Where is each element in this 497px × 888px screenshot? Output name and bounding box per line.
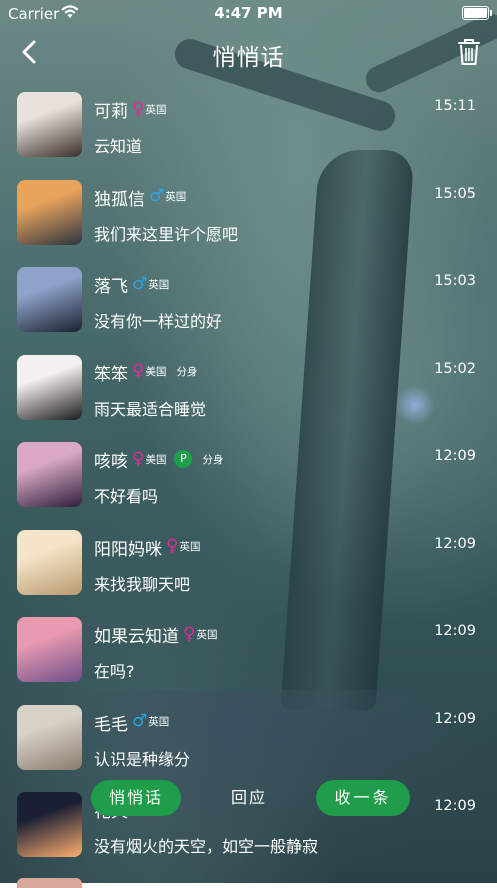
female-icon: ♀	[183, 623, 196, 644]
message-time: 15:05	[434, 185, 476, 202]
nav-bar: 悄悄话	[0, 26, 497, 82]
alias-tag: 分身	[176, 366, 198, 378]
status-time: 4:47 PM	[214, 4, 283, 22]
message-text: 在吗?	[94, 662, 135, 681]
message-row[interactable]: 笨笨 ♀ 美国 分身 15:02 雨天最适合睡觉	[0, 353, 497, 441]
page-title: 悄悄话	[212, 45, 285, 71]
message-time: 12:09	[434, 710, 476, 727]
sender-meta: ♀ 美国 分身	[132, 362, 197, 382]
country-label: 美国	[145, 366, 167, 378]
sender-name: 阳阳妈咪	[94, 539, 162, 560]
battery-icon	[462, 6, 492, 20]
message-text: 没有你一样过的好	[94, 312, 223, 331]
avatar[interactable]	[17, 92, 82, 157]
avatar	[17, 878, 82, 888]
sender-meta: ♀ 英国	[183, 624, 217, 644]
message-time: 15:02	[434, 360, 476, 377]
country-label: 英国	[148, 278, 170, 291]
message-row[interactable]: 咳咳 ♀ 美国 P 分身 12:09 不好看吗	[0, 440, 497, 528]
message-time: 12:09	[434, 535, 476, 552]
country-label: 英国	[145, 103, 167, 116]
sender-meta: ♀ 美国 P 分身	[132, 449, 223, 469]
sender-name: 落飞	[94, 277, 128, 297]
sender-meta: ♂英国	[149, 187, 186, 207]
country-label: 英国	[196, 628, 218, 641]
message-row[interactable]: 独孤信 ♂ 英国 15:05 我们来这里许个愿吧	[0, 178, 497, 266]
female-icon: ♀	[132, 448, 145, 469]
message-text: 认识是种缘分	[94, 749, 191, 769]
message-text: 不好看吗	[94, 487, 159, 506]
message-row[interactable]: 可莉 ♀ 英国 15:11 云知道	[0, 90, 497, 178]
sender-meta: ♀ 英国	[166, 537, 200, 557]
sender-meta: ♂英国	[132, 712, 169, 732]
country-label: 美国	[145, 453, 167, 466]
message-time: 15:03	[434, 273, 476, 289]
message-text: 雨天最适合睡觉	[94, 399, 207, 419]
avatar[interactable]	[17, 354, 82, 420]
sender-name: 如果云知道	[94, 627, 179, 647]
male-icon: ♂	[132, 273, 148, 294]
sender-name: 咳咳	[94, 452, 128, 472]
sender-name: 可莉	[94, 102, 128, 122]
message-list: 可莉 ♀ 英国 15:11 云知道 独孤信 ♂ 英国 15:05 我们来这里许个愿吧 落飞 ♂ 英国 15…	[0, 90, 497, 878]
message-row[interactable]: 阳阳妈咪 ♀ 英国 12:09 来找我聊天吧	[0, 528, 497, 616]
female-icon: ♀	[132, 361, 145, 381]
sender-meta: ♂英国	[132, 274, 169, 294]
country-label: 英国	[165, 191, 187, 203]
female-icon: ♀	[166, 536, 179, 556]
avatar[interactable]	[17, 267, 82, 332]
avatar[interactable]	[17, 617, 82, 682]
sender-name: 独孤信	[94, 189, 145, 210]
message-text: 我们来这里许个愿吧	[94, 224, 239, 244]
bottom-action-bar: 悄悄话 回应 收一条	[0, 780, 497, 818]
sender-name: 笨笨	[94, 364, 128, 385]
trash-icon[interactable]	[455, 36, 483, 68]
sender-name: 毛毛	[94, 714, 128, 735]
sender-meta: ♀ 英国	[132, 99, 166, 119]
message-time: 12:09	[434, 623, 476, 639]
status-bar: Carrier 4:47 PM	[0, 0, 497, 26]
message-row[interactable]: 毛毛 ♂ 英国 12:09 认识是种缘分	[0, 703, 497, 791]
whisper-button[interactable]: 悄悄话	[91, 780, 181, 816]
message-row[interactable]: 落飞 ♂ 英国 15:03 没有你一样过的好	[0, 265, 497, 353]
avatar[interactable]	[17, 529, 82, 595]
message-row[interactable]: 如果云知道 ♀ 英国 12:09 在吗?	[0, 615, 497, 703]
reply-button[interactable]: 回应	[215, 780, 283, 816]
message-text: 没有烟火的天空，如空一般静寂	[94, 837, 319, 856]
message-time: 15:11	[434, 98, 476, 114]
country-label: 英国	[179, 541, 201, 553]
male-icon: ♂	[149, 186, 165, 206]
message-text: 来找我聊天吧	[94, 574, 191, 594]
female-icon: ♀	[132, 98, 145, 119]
country-label: 英国	[148, 716, 170, 728]
male-icon: ♂	[132, 711, 148, 731]
message-time: 12:09	[434, 448, 476, 464]
avatar[interactable]	[17, 704, 82, 770]
collect-one-button[interactable]: 收一条	[316, 780, 410, 816]
p-badge: P	[174, 450, 193, 468]
alias-tag: 分身	[202, 453, 224, 466]
avatar[interactable]	[17, 442, 82, 507]
message-text: 云知道	[94, 137, 143, 156]
avatar[interactable]	[17, 179, 82, 245]
